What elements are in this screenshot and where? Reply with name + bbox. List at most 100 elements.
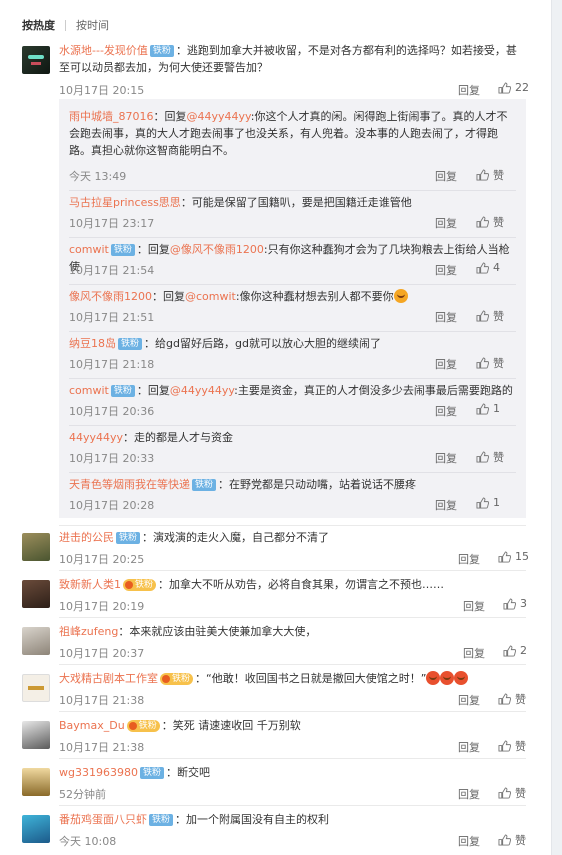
reply-button[interactable]: 回复 bbox=[463, 645, 485, 661]
comment-username[interactable]: 大戏精古剧本工作室 bbox=[59, 672, 158, 685]
avatar[interactable] bbox=[22, 46, 50, 74]
comment-username[interactable]: 祖峰zufeng bbox=[59, 625, 118, 638]
like-button[interactable]: 22 bbox=[498, 81, 529, 94]
vip-badge[interactable]: 铁粉 bbox=[160, 673, 194, 685]
reply-body: ：给gd留好后路，gd就可以放心大胆的继续闹了 bbox=[144, 337, 381, 350]
reply-body: :主要是资金，真正的人才倒没多少去闹事最后需要跑路的 bbox=[234, 384, 513, 397]
reply-button[interactable]: 回复 bbox=[435, 450, 457, 466]
like-button[interactable]: 赞 bbox=[476, 449, 516, 465]
reply-time: 10月17日 21:54 bbox=[69, 264, 155, 277]
comment-divider bbox=[59, 570, 526, 571]
reply-username[interactable]: 像风不像雨1200 bbox=[69, 290, 152, 303]
comment-username[interactable]: 进击的公民 bbox=[59, 531, 114, 544]
comment-username[interactable]: 致新新人类1 bbox=[59, 578, 121, 591]
angry-emoji-icon bbox=[426, 671, 441, 685]
fan-badge[interactable]: 铁粉 bbox=[149, 814, 174, 826]
reply-button[interactable]: 回复 bbox=[435, 309, 457, 325]
tab-divider bbox=[65, 19, 66, 31]
avatar[interactable] bbox=[22, 721, 50, 749]
comment-time: 10月17日 20:25 bbox=[59, 553, 145, 566]
reply-button[interactable]: 回复 bbox=[458, 551, 480, 567]
reply-button[interactable]: 回复 bbox=[435, 262, 457, 278]
like-button[interactable]: 赞 bbox=[498, 691, 526, 707]
comment-username[interactable]: 番茄鸡蛋面八只虾 bbox=[59, 813, 147, 826]
mention-link[interactable]: @comwit bbox=[185, 290, 236, 303]
reply-button[interactable]: 回复 bbox=[435, 497, 457, 513]
reply-button[interactable]: 回复 bbox=[435, 403, 457, 419]
fan-badge[interactable]: 铁粉 bbox=[116, 532, 141, 544]
fan-badge[interactable]: 铁粉 bbox=[110, 244, 135, 256]
tab-sort-hot[interactable]: 按热度 bbox=[22, 17, 55, 33]
like-button[interactable]: 15 bbox=[498, 550, 529, 563]
thumbs-up-icon bbox=[476, 310, 489, 322]
vip-badge[interactable]: 铁粉 bbox=[123, 579, 157, 591]
comment-username[interactable]: Baymax_Du bbox=[59, 719, 125, 732]
reply-username[interactable]: 天青色等烟雨我在等快递 bbox=[69, 478, 190, 491]
avatar[interactable] bbox=[22, 580, 50, 608]
like-button[interactable]: 赞 bbox=[476, 355, 516, 371]
reply-button[interactable]: 回复 bbox=[458, 82, 480, 98]
avatar[interactable] bbox=[22, 768, 50, 796]
like-count: 1 bbox=[493, 402, 500, 415]
like-count: 赞 bbox=[515, 787, 526, 800]
comment-username[interactable]: 水源地---发现价值 bbox=[59, 44, 148, 57]
mention-link[interactable]: @像风不像雨1200 bbox=[170, 243, 264, 256]
comment-divider bbox=[59, 664, 526, 665]
reply-button[interactable]: 回复 bbox=[458, 692, 480, 708]
reply-username[interactable]: comwit bbox=[69, 384, 109, 397]
comment-body: ：断交吧 bbox=[165, 766, 210, 779]
reply-button[interactable]: 回复 bbox=[435, 215, 457, 231]
reply-divider bbox=[69, 190, 516, 191]
reply-username[interactable]: 雨中城墙_87016 bbox=[69, 110, 154, 123]
avatar[interactable] bbox=[22, 627, 50, 655]
comment-text: 祖峰zufeng：本来就应该由驻美大使兼加拿大大使， bbox=[59, 623, 526, 640]
reply-username[interactable]: 纳豆18岛 bbox=[69, 337, 116, 350]
fan-badge[interactable]: 铁粉 bbox=[118, 338, 143, 350]
tab-sort-time[interactable]: 按时间 bbox=[76, 17, 109, 33]
fan-badge[interactable]: 铁粉 bbox=[139, 767, 164, 779]
like-button[interactable]: 2 bbox=[503, 644, 527, 657]
like-count: 赞 bbox=[493, 169, 504, 182]
reply-prefix: ：回复 bbox=[152, 290, 185, 303]
like-button[interactable]: 1 bbox=[476, 402, 516, 415]
like-count: 2 bbox=[520, 644, 527, 657]
like-count: 赞 bbox=[515, 740, 526, 753]
vip-badge[interactable]: 铁粉 bbox=[126, 720, 160, 732]
reply-username[interactable]: 44yy44yy bbox=[69, 431, 123, 444]
like-count: 15 bbox=[515, 550, 529, 563]
reply-time: 今天 13:49 bbox=[69, 170, 127, 183]
like-button[interactable]: 赞 bbox=[498, 832, 526, 848]
thumbs-up-icon bbox=[498, 81, 511, 94]
reply-button[interactable]: 回复 bbox=[463, 598, 485, 614]
page-scrollbar[interactable] bbox=[551, 0, 562, 855]
fan-badge[interactable]: 铁粉 bbox=[110, 385, 135, 397]
comment-text: 致新新人类1 铁粉 ：加拿大不听从劝告，必将自食其果，勿谓言之不预也…… bbox=[59, 576, 526, 593]
like-button[interactable]: 赞 bbox=[476, 214, 516, 230]
avatar[interactable] bbox=[22, 533, 50, 561]
like-button[interactable]: 赞 bbox=[476, 167, 516, 183]
like-count: 赞 bbox=[493, 310, 504, 323]
thumbs-up-icon bbox=[476, 216, 489, 228]
reply-button[interactable]: 回复 bbox=[458, 739, 480, 755]
comment-text: 大戏精古剧本工作室 铁粉 ：“他敢！收回国书之日就是撤回大使馆之时！” bbox=[59, 670, 526, 687]
like-button[interactable]: 3 bbox=[503, 597, 527, 610]
like-button[interactable]: 1 bbox=[476, 496, 516, 509]
like-button[interactable]: 4 bbox=[476, 261, 516, 274]
fan-badge[interactable]: 铁粉 bbox=[192, 479, 217, 491]
fan-badge[interactable]: 铁粉 bbox=[149, 45, 174, 57]
reply-button[interactable]: 回复 bbox=[458, 833, 480, 849]
avatar[interactable] bbox=[22, 674, 50, 702]
like-button[interactable]: 赞 bbox=[498, 738, 526, 754]
reply-button[interactable]: 回复 bbox=[435, 168, 457, 184]
like-button[interactable]: 赞 bbox=[498, 785, 526, 801]
reply-username[interactable]: comwit bbox=[69, 243, 109, 256]
comment-text: wg331963980 铁粉 ：断交吧 bbox=[59, 764, 526, 781]
reply-username[interactable]: 马古拉星princess思思 bbox=[69, 196, 181, 209]
mention-link[interactable]: @44yy44yy bbox=[170, 384, 234, 397]
reply-button[interactable]: 回复 bbox=[458, 786, 480, 802]
mention-link[interactable]: @44yy44yy bbox=[187, 110, 251, 123]
reply-button[interactable]: 回复 bbox=[435, 356, 457, 372]
comment-username[interactable]: wg331963980 bbox=[59, 766, 138, 779]
avatar[interactable] bbox=[22, 815, 50, 843]
like-button[interactable]: 赞 bbox=[476, 308, 516, 324]
